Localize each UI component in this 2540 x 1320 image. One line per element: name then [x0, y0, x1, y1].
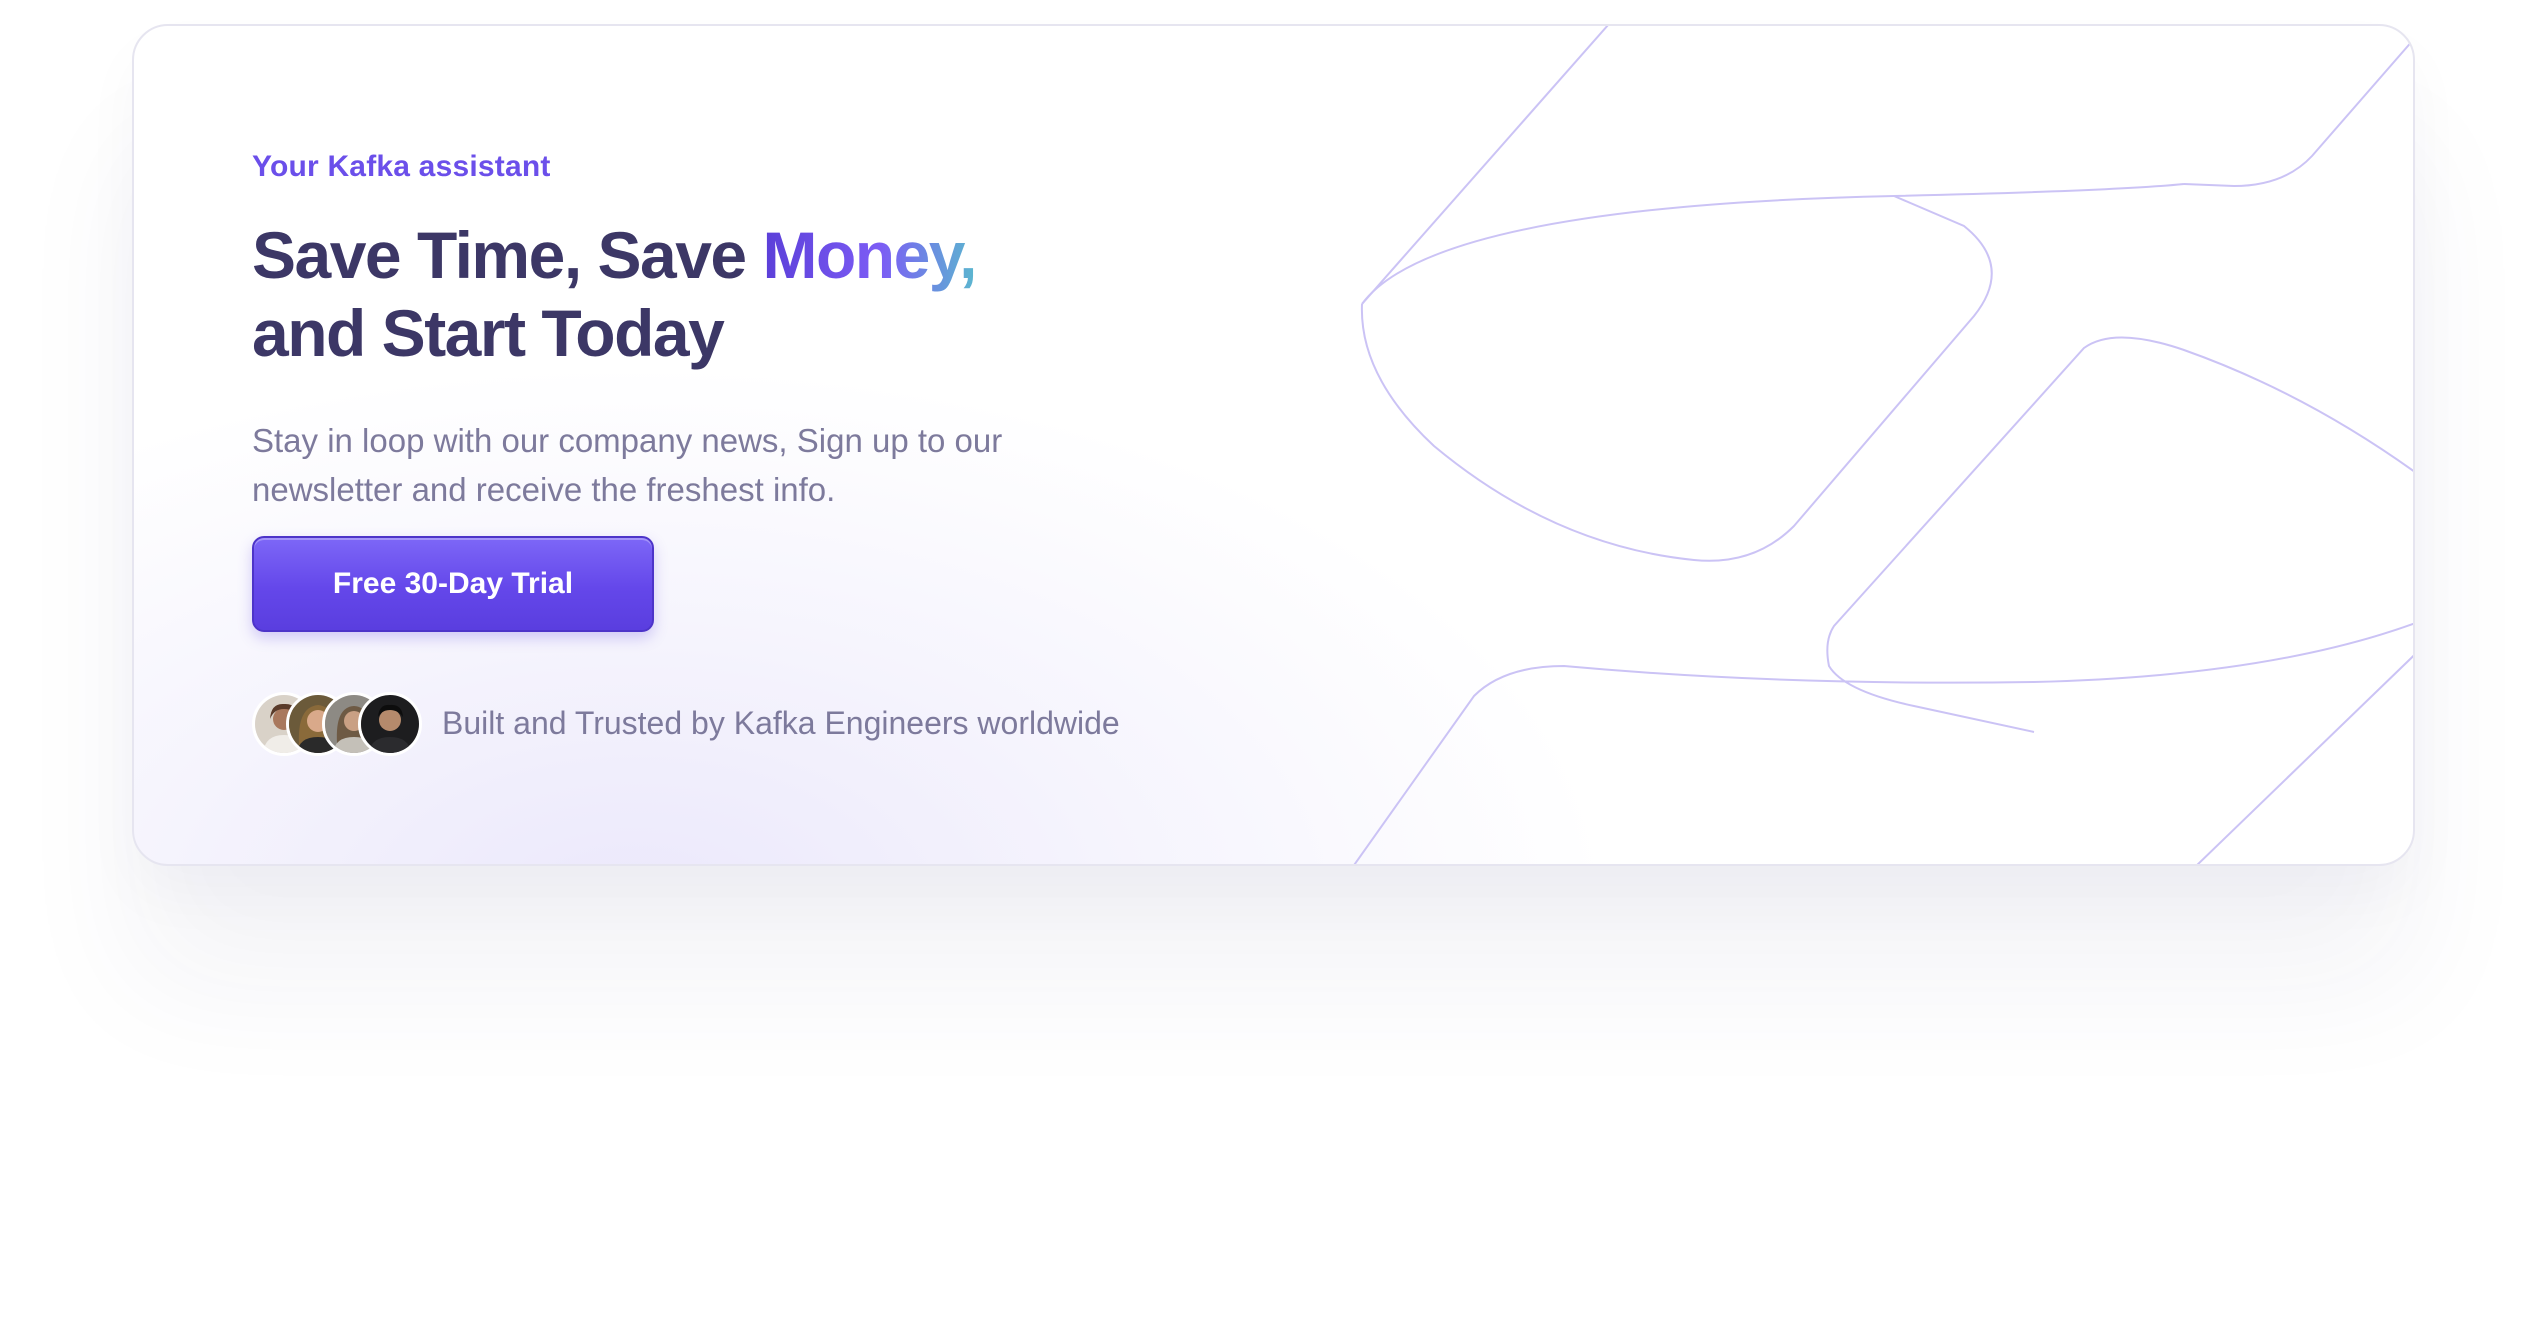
headline: Save Time, Save Money, and Start Today [252, 216, 977, 372]
headline-line1-prefix: Save Time, Save [252, 218, 763, 292]
page: Your Kafka assistant Save Time, Save Mon… [0, 0, 2540, 1320]
eyebrow-label: Your Kafka assistant [252, 150, 551, 183]
free-trial-button[interactable]: Free 30-Day Trial [252, 536, 654, 632]
user-avatar-icon [361, 695, 419, 753]
trust-statement: Built and Trusted by Kafka Engineers wor… [442, 704, 1120, 741]
avatar [358, 692, 422, 756]
headline-line2: and Start Today [252, 296, 725, 370]
trust-row: Built and Trusted by Kafka Engineers wor… [252, 692, 1120, 756]
newsletter-banner: Your Kafka assistant Save Time, Save Mon… [132, 24, 2415, 866]
headline-accent-word: Money, [762, 218, 977, 292]
newsletter-description: Stay in loop with our company news, Sign… [252, 422, 1003, 508]
avatar-stack [252, 692, 422, 756]
